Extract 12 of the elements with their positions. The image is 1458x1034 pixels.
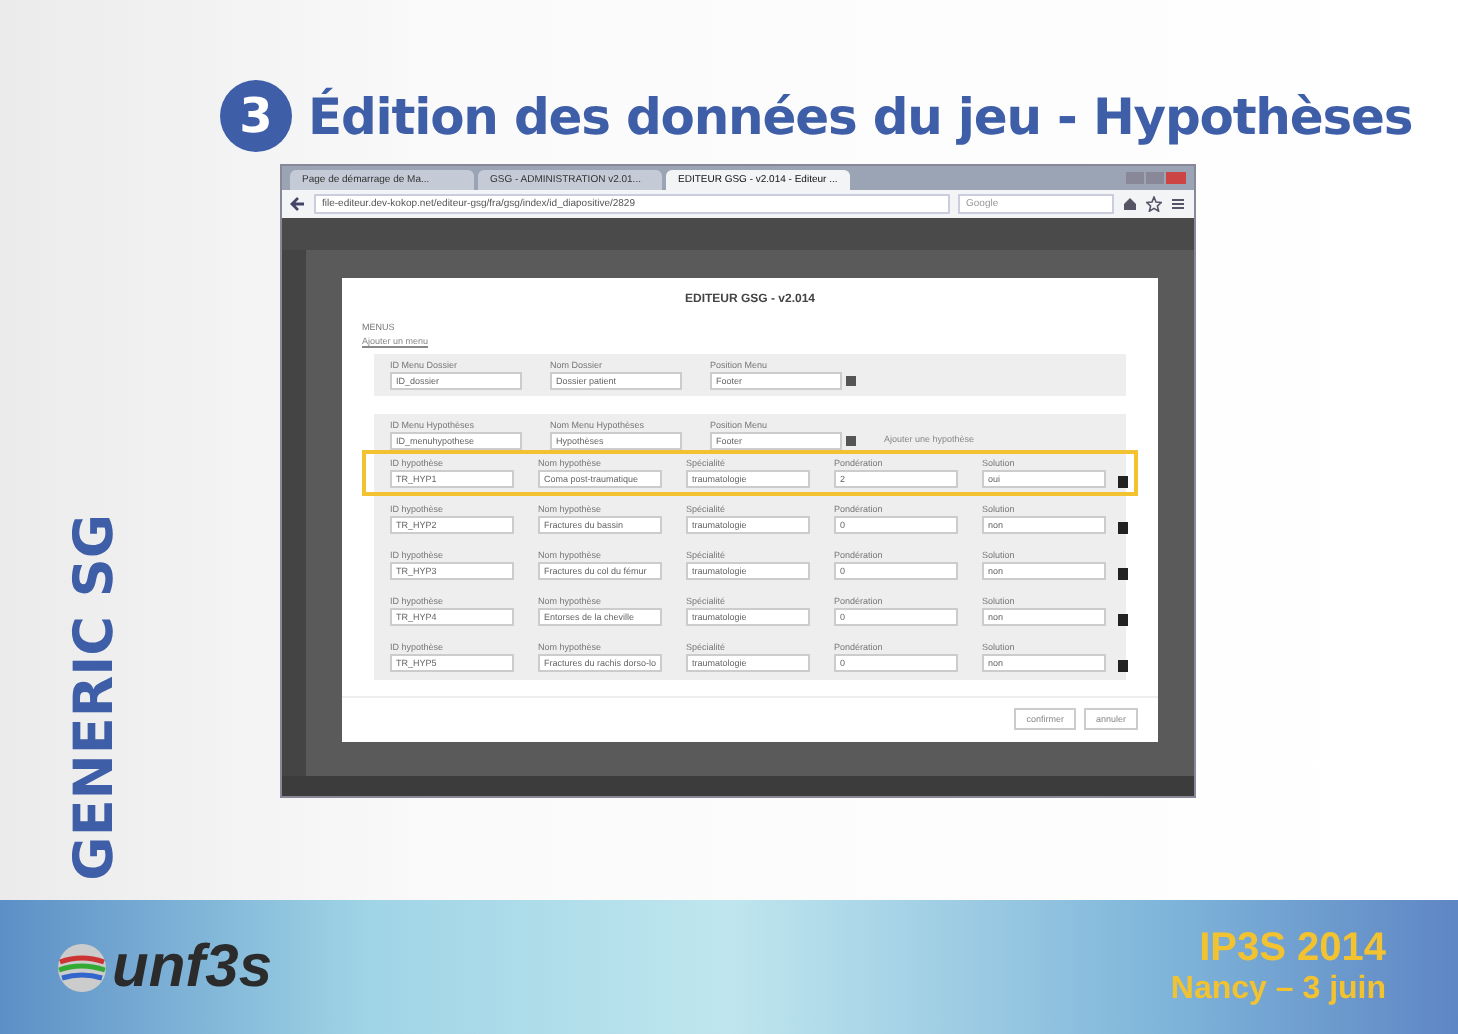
window-controls-icon[interactable]: [1126, 170, 1186, 186]
event-name: IP3S 2014: [1199, 926, 1386, 972]
vertical-side-label: GENERIC SG: [64, 513, 126, 880]
slide-title: Édition des données du jeu - Hypothèses: [308, 87, 1413, 145]
home-icon[interactable]: [1122, 196, 1138, 212]
star-icon[interactable]: [1146, 196, 1162, 212]
globe-icon: [56, 941, 108, 993]
step-number-badge: 3: [220, 80, 292, 152]
logo-text: unf3s: [112, 933, 273, 1001]
back-arrow-icon[interactable]: [290, 196, 306, 212]
event-place-date: Nancy – 3 juin: [1170, 972, 1386, 1008]
menu-icon[interactable]: [1170, 196, 1186, 212]
